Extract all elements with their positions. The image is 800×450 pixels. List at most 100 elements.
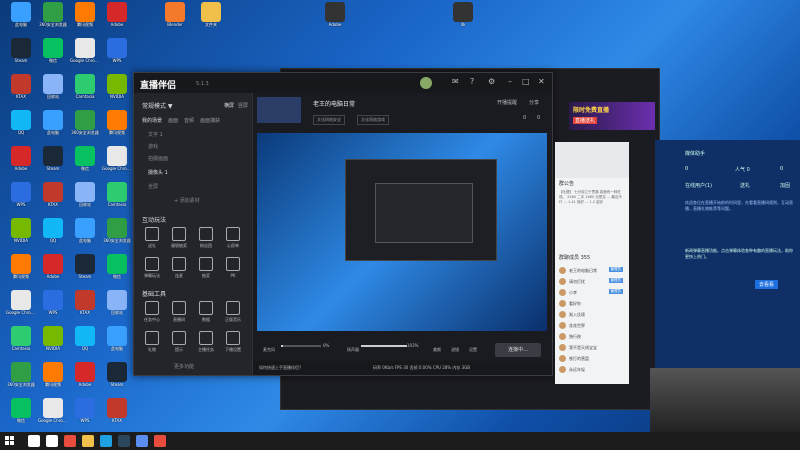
- edge-icon[interactable]: [100, 435, 112, 447]
- desktop-shortcut-icon[interactable]: 腾讯视频: [70, 2, 100, 36]
- desktop-shortcut-icon[interactable]: 微信: [6, 398, 36, 432]
- assistant-go-button[interactable]: 去看看: [755, 280, 779, 289]
- desktop-shortcut-icon[interactable]: 此电脑: [102, 326, 132, 360]
- member-row[interactable]: 铁打的营盘: [559, 354, 625, 364]
- beauty-button[interactable]: 美颜: [433, 347, 441, 353]
- desktop-shortcut-icon[interactable]: 此电脑: [70, 218, 100, 252]
- scene-item[interactable]: 全屏: [148, 183, 158, 190]
- basic-tool[interactable]: 直播间: [167, 301, 191, 327]
- basic-tool[interactable]: 数据: [194, 301, 218, 327]
- basic-tool[interactable]: 任务中心: [140, 301, 164, 327]
- add-material-button[interactable]: + 添加素材: [174, 197, 200, 204]
- scene-item[interactable]: 拍摄画面: [148, 155, 168, 162]
- desktop-shortcut-icon[interactable]: Adobe: [70, 362, 100, 396]
- folder-icon[interactable]: [82, 435, 94, 447]
- minimize-icon[interactable]: –: [508, 77, 512, 86]
- windows-start-icon[interactable]: [5, 436, 15, 446]
- desktop-shortcut-icon[interactable]: Steam: [70, 254, 100, 288]
- settings-button[interactable]: 设置: [469, 347, 477, 353]
- desktop-shortcut-icon[interactable]: Steam: [38, 146, 68, 180]
- interaction-tool[interactable]: 心愿单: [221, 227, 245, 253]
- interaction-tool[interactable]: 福袋抽奖: [167, 227, 191, 253]
- assistant-tab-online[interactable]: 在线用户(1): [685, 182, 712, 189]
- desktop-shortcut-icon[interactable]: KTAX: [6, 74, 36, 108]
- desktop-shortcut-icon[interactable]: Camtasia: [102, 182, 132, 216]
- search-icon[interactable]: [28, 435, 40, 447]
- desktop-shortcut-icon[interactable]: 回收站: [70, 182, 100, 216]
- desktop-shortcut-icon[interactable]: 360安全浏览器: [6, 362, 36, 396]
- message-icon[interactable]: ✉: [452, 77, 459, 86]
- desktop-shortcut-icon[interactable]: 360安全浏览器: [38, 2, 68, 36]
- desktop-shortcut-icon[interactable]: Camtasia: [6, 326, 36, 360]
- desktop-shortcut-icon[interactable]: 360安全浏览器: [102, 218, 132, 252]
- interaction-tool[interactable]: 抽奖: [194, 257, 218, 283]
- tab-scenes[interactable]: 我的场景: [142, 117, 162, 124]
- member-row[interactable]: 老王的电脑日常 管理员: [559, 266, 625, 276]
- member-row[interactable]: 小李 管理员: [559, 288, 625, 298]
- room-tag[interactable]: 文化网络游戏: [357, 115, 389, 125]
- desktop-shortcut-icon[interactable]: 此电脑: [6, 2, 36, 36]
- start-live-button[interactable]: 连接中...: [495, 343, 541, 357]
- portrait-toggle[interactable]: 竖屏: [238, 102, 248, 109]
- desktop-shortcut-icon[interactable]: Adobe: [38, 254, 68, 288]
- desktop-shortcut-icon[interactable]: 腾讯视频: [102, 110, 132, 144]
- desktop-shortcut-icon[interactable]: Adobe: [320, 2, 350, 36]
- desktop-shortcut-icon[interactable]: Camtasia: [70, 74, 100, 108]
- desktop-shortcut-icon[interactable]: 4k: [448, 2, 478, 36]
- basic-tool[interactable]: 礼物: [140, 331, 164, 357]
- filter-button[interactable]: 滤镜: [451, 347, 459, 353]
- desktop-shortcut-icon[interactable]: Adobe: [6, 146, 36, 180]
- room-cover[interactable]: [257, 97, 301, 123]
- desktop-shortcut-icon[interactable]: WPS: [6, 182, 36, 216]
- member-row[interactable]: 我不是天线宝宝: [559, 343, 625, 353]
- share-button[interactable]: 分享: [529, 99, 539, 106]
- member-row[interactable]: 独行侠: [559, 332, 625, 342]
- member-row[interactable]: 请勿打扰 管理员: [559, 277, 625, 287]
- user-avatar[interactable]: [420, 77, 432, 89]
- speaker-slider[interactable]: [361, 345, 407, 347]
- desktop-shortcut-icon[interactable]: QQ: [6, 110, 36, 144]
- scene-item[interactable]: 游戏: [148, 143, 158, 150]
- tab-capture[interactable]: 画面捕获: [200, 117, 220, 124]
- basic-tool[interactable]: 主播任务: [194, 331, 218, 357]
- close-icon[interactable]: ✕: [538, 77, 545, 86]
- chrome-icon[interactable]: [64, 435, 76, 447]
- more-features-button[interactable]: 更多功能: [174, 363, 194, 370]
- desktop-shortcut-icon[interactable]: 回收站: [38, 74, 68, 108]
- member-row[interactable]: 渐入佳境: [559, 310, 625, 320]
- desktop-shortcut-icon[interactable]: QQ: [70, 326, 100, 360]
- scene-item[interactable]: 摄像头 1: [148, 169, 168, 176]
- maximize-icon[interactable]: □: [522, 77, 530, 86]
- desktop-shortcut-icon[interactable]: Google Chrome: [102, 146, 132, 180]
- room-tag[interactable]: 文化网络安全: [313, 115, 345, 125]
- desktop-shortcut-icon[interactable]: 回收站: [102, 290, 132, 324]
- desktop-shortcut-icon[interactable]: Blender: [160, 2, 190, 36]
- scene-item[interactable]: 文字 1: [148, 131, 163, 138]
- basic-tool[interactable]: 下播设置: [221, 331, 245, 357]
- tab-picture[interactable]: 画面: [168, 117, 178, 124]
- desktop-shortcut-icon[interactable]: KTAX: [38, 182, 68, 216]
- desktop-shortcut-icon[interactable]: 腾讯视频: [6, 254, 36, 288]
- mic-slider[interactable]: [281, 345, 321, 347]
- help-link[interactable]: 如何快速上手直播伴侣?: [259, 365, 301, 371]
- desktop-shortcut-icon[interactable]: Adobe: [102, 2, 132, 36]
- interaction-tool[interactable]: 送礼: [140, 227, 164, 253]
- desktop-shortcut-icon[interactable]: 文件夹: [196, 2, 226, 36]
- room-title[interactable]: 老王的电脑日常: [313, 99, 355, 108]
- app-icon[interactable]: [136, 435, 148, 447]
- promo-banner[interactable]: 限时免费直播 直播送礼: [569, 102, 655, 130]
- desktop-shortcut-icon[interactable]: KTAX: [70, 290, 100, 324]
- member-row[interactable]: 花花世界: [559, 321, 625, 331]
- interaction-tool[interactable]: 连麦: [167, 257, 191, 283]
- mode-select[interactable]: 常规模式 ▼: [142, 101, 173, 110]
- live-reminder[interactable]: 开播提醒: [497, 99, 517, 106]
- desktop-shortcut-icon[interactable]: NVIDIA: [6, 218, 36, 252]
- steam-icon[interactable]: [118, 435, 130, 447]
- stream-preview[interactable]: [257, 133, 547, 331]
- basic-tool[interactable]: 正版音乐: [221, 301, 245, 327]
- desktop-shortcut-icon[interactable]: NVIDIA: [38, 326, 68, 360]
- desktop-shortcut-icon[interactable]: Steam: [102, 362, 132, 396]
- desktop-shortcut-icon[interactable]: QQ: [38, 218, 68, 252]
- assistant-tab-gift[interactable]: 送礼: [740, 182, 750, 189]
- desktop-shortcut-icon[interactable]: Steam: [6, 38, 36, 72]
